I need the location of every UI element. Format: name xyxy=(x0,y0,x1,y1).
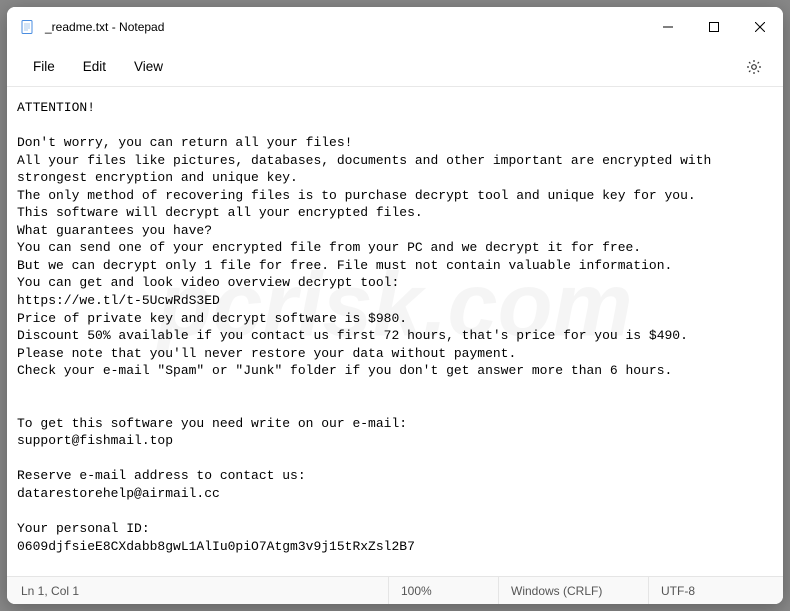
minimize-button[interactable] xyxy=(645,7,691,47)
close-button[interactable] xyxy=(737,7,783,47)
menu-view[interactable]: View xyxy=(120,53,177,80)
status-encoding: UTF-8 xyxy=(648,577,783,604)
menubar: File Edit View xyxy=(7,47,783,87)
window: _readme.txt - Notepad File Edit View ATT… xyxy=(7,7,783,604)
titlebar: _readme.txt - Notepad xyxy=(7,7,783,47)
notepad-icon xyxy=(19,19,35,35)
menu-file[interactable]: File xyxy=(19,53,69,80)
maximize-button[interactable] xyxy=(691,7,737,47)
statusbar: Ln 1, Col 1 100% Windows (CRLF) UTF-8 xyxy=(7,576,783,604)
status-zoom: 100% xyxy=(388,577,498,604)
menu-edit[interactable]: Edit xyxy=(69,53,120,80)
gear-icon[interactable] xyxy=(745,58,763,76)
text-area[interactable]: ATTENTION! Don't worry, you can return a… xyxy=(7,87,783,576)
status-position: Ln 1, Col 1 xyxy=(7,577,91,604)
document-text: ATTENTION! Don't worry, you can return a… xyxy=(17,100,719,554)
window-controls xyxy=(645,7,783,47)
window-title: _readme.txt - Notepad xyxy=(45,20,645,34)
status-line-ending: Windows (CRLF) xyxy=(498,577,648,604)
